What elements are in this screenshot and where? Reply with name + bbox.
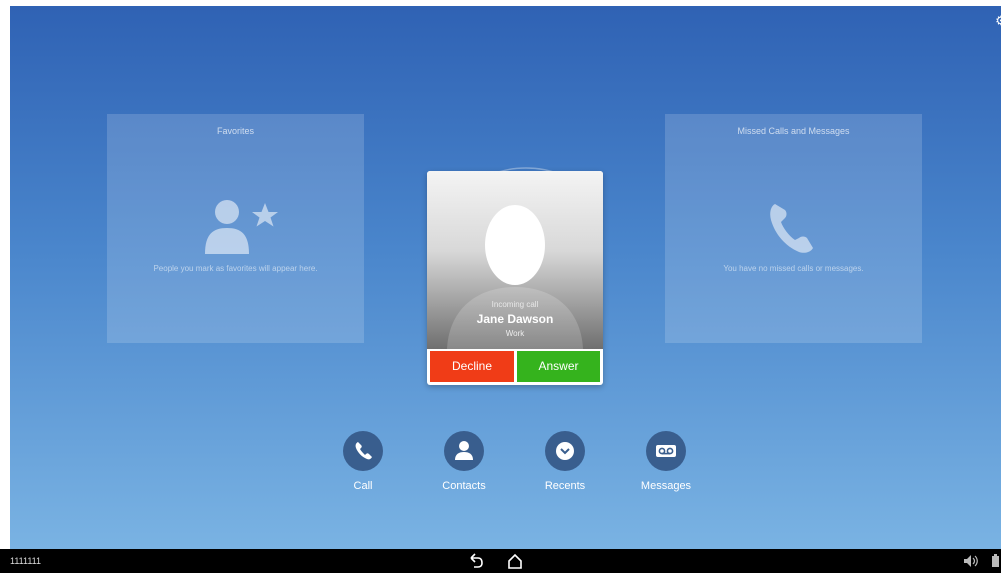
battery-icon	[992, 554, 999, 567]
voicemail-icon	[656, 445, 676, 457]
caller-number-type: Work	[505, 329, 525, 338]
favorites-title: Favorites	[216, 126, 254, 136]
phone-icon	[355, 442, 372, 460]
incoming-call-card: Incoming call Jane Dawson Work Decline A…	[427, 171, 603, 385]
nav-recents[interactable]: Recents	[530, 431, 600, 492]
missed-calls-panel: Missed Calls and Messages You have no mi…	[665, 114, 922, 343]
nav-call[interactable]: Call	[328, 431, 398, 492]
caller-name: Jane Dawson	[476, 312, 554, 326]
nav-messages-label: Messages	[640, 480, 692, 492]
system-navigation-bar: 1111111	[0, 549, 1001, 573]
phone-app-screen: ⚙ Favorites People you mark as favorites…	[10, 6, 1001, 549]
answer-button[interactable]: Answer	[517, 351, 600, 382]
phone-icon	[770, 204, 813, 253]
chevron-down-icon	[556, 442, 574, 460]
missed-calls-title: Missed Calls and Messages	[737, 126, 850, 136]
favorites-panel: Favorites People you mark as favorites w…	[107, 114, 364, 343]
favorites-empty-text: People you mark as favorites will appear…	[153, 264, 318, 273]
nav-recents-label: Recents	[544, 480, 586, 492]
person-icon	[455, 441, 473, 460]
caller-photo: Incoming call Jane Dawson Work	[427, 171, 603, 349]
nav-contacts[interactable]: Contacts	[429, 431, 499, 492]
home-icon[interactable]	[505, 552, 525, 570]
nav-contacts-label: Contacts	[442, 480, 486, 492]
person-star-icon	[205, 200, 278, 254]
volume-icon[interactable]	[962, 553, 980, 569]
incoming-call-label: Incoming call	[491, 300, 539, 309]
missed-calls-empty-text: You have no missed calls or messages.	[723, 264, 864, 273]
nav-call-label: Call	[353, 480, 373, 492]
gear-icon[interactable]: ⚙	[994, 14, 1001, 28]
nav-messages[interactable]: Messages	[631, 431, 701, 492]
status-number: 1111111	[10, 556, 42, 566]
back-arrow-icon[interactable]	[466, 552, 486, 570]
decline-button[interactable]: Decline	[430, 351, 514, 382]
